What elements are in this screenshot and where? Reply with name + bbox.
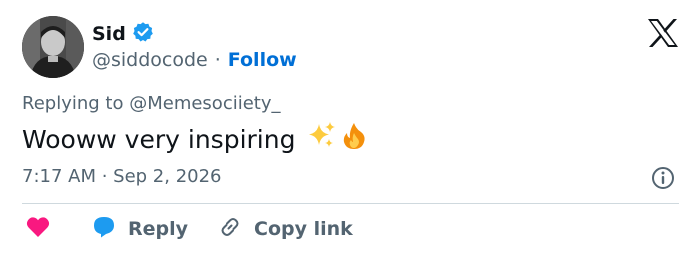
tweet-timestamp[interactable]: 7:17 AM · Sep 2, 2026	[22, 166, 222, 187]
replying-to-handle[interactable]: @Memesociiety_	[129, 93, 280, 114]
link-icon	[218, 215, 242, 243]
heart-icon	[26, 216, 50, 242]
copy-link-label: Copy link	[254, 218, 353, 240]
action-bar: Reply Copy link	[22, 214, 353, 244]
display-name[interactable]: Sid	[92, 23, 126, 45]
like-button[interactable]	[26, 216, 50, 242]
replying-to-prefix: Replying to	[22, 93, 124, 114]
author-handle-row: @siddocode · Follow	[92, 48, 297, 72]
copy-link-button[interactable]: Copy link	[218, 215, 353, 243]
info-icon[interactable]	[651, 166, 675, 190]
tweet-text-line: Wooww very inspiring	[22, 121, 369, 157]
author-name-row: Sid	[92, 20, 154, 48]
reply-button[interactable]: Reply	[92, 215, 188, 243]
verified-badge-icon	[132, 21, 154, 47]
fire-emoji	[339, 121, 369, 157]
reply-label: Reply	[128, 218, 189, 240]
avatar-photo	[22, 16, 84, 78]
separator-dot: ·	[214, 49, 221, 71]
x-logo-icon[interactable]	[646, 18, 680, 48]
follow-button[interactable]: Follow	[228, 49, 297, 71]
replying-to-line: Replying to @Memesociiety_	[22, 93, 281, 114]
avatar[interactable]	[22, 16, 84, 78]
reply-bubble-icon	[92, 215, 116, 243]
sparkles-emoji	[307, 121, 337, 157]
divider	[22, 203, 679, 204]
tweet-text: Wooww very inspiring	[22, 124, 296, 154]
user-handle[interactable]: @siddocode	[92, 49, 208, 71]
